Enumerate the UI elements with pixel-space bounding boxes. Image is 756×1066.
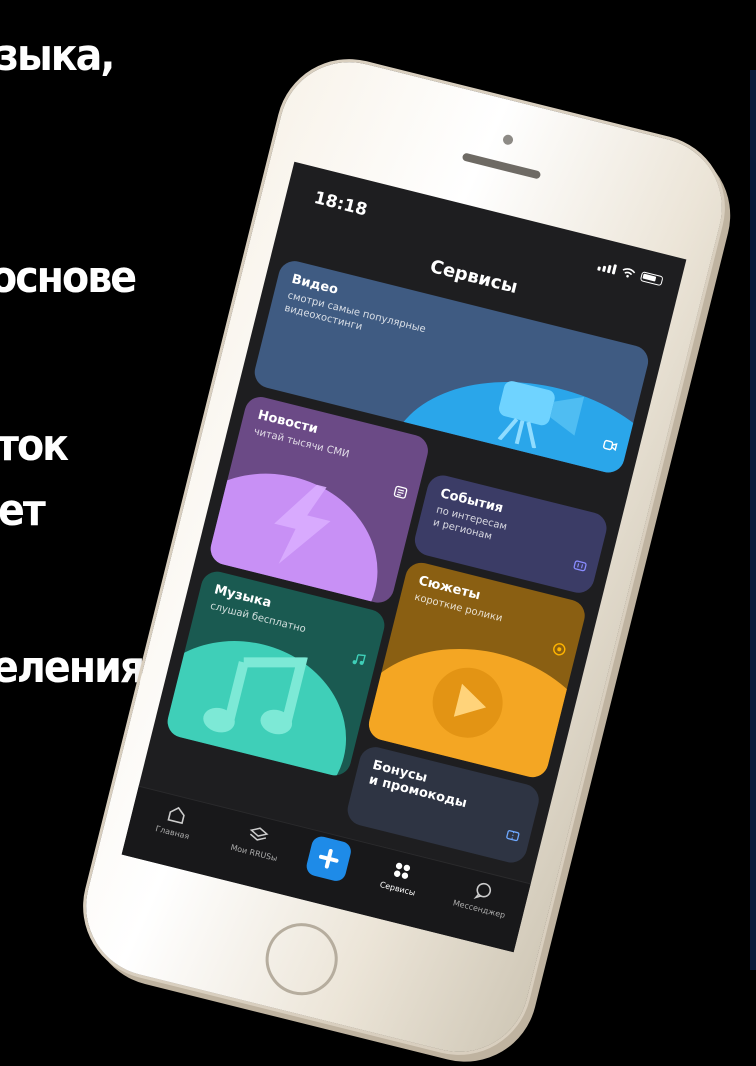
coupon-icon xyxy=(506,830,520,842)
signal-icon xyxy=(597,260,618,275)
battery-icon xyxy=(639,271,664,287)
background-text-5: еления xyxy=(0,642,145,693)
music-card[interactable]: Музыка слушай бесплатно xyxy=(164,568,388,779)
background-text-2: основе xyxy=(0,252,137,303)
front-camera xyxy=(501,133,515,146)
background-text-4: ет xyxy=(0,485,46,536)
background-text-1: зыка, xyxy=(0,30,115,81)
newspaper-icon xyxy=(393,485,408,499)
music-note-icon xyxy=(352,654,366,665)
grid-icon xyxy=(393,862,411,879)
right-edge-strip xyxy=(750,70,756,970)
add-button[interactable] xyxy=(304,834,354,884)
earpiece-speaker xyxy=(461,152,542,180)
stories-card[interactable]: Сюжеты короткие ролики xyxy=(365,559,589,781)
stage: зыка, основе ток ет еления 18:18 Сервисы xyxy=(0,0,756,1066)
stories-eye-icon xyxy=(553,643,566,656)
status-time: 18:18 xyxy=(311,187,370,221)
phone-screen: 18:18 Сервисы Видео смотри самые популяр… xyxy=(121,161,687,953)
tab-home[interactable]: Главная xyxy=(134,796,216,846)
events-ticket-icon xyxy=(573,560,587,572)
tab-home-label: Главная xyxy=(154,824,191,842)
tab-messenger[interactable]: Мессенджер xyxy=(441,872,523,922)
tab-my-rrus[interactable]: Мои RRUSы xyxy=(216,816,298,866)
phone-frame: 18:18 Сервисы Видео смотри самые популяр… xyxy=(71,47,737,1066)
tab-services-label: Сервисы xyxy=(378,880,417,898)
status-icons xyxy=(597,260,664,287)
background-text-3: ток xyxy=(0,420,69,471)
news-card[interactable]: Новости читай тысячи СМИ xyxy=(207,393,432,607)
home-icon xyxy=(167,806,185,825)
tab-messenger-label: Мессенджер xyxy=(451,898,507,920)
home-button[interactable] xyxy=(258,915,346,1003)
tab-services[interactable]: Сервисы xyxy=(360,852,442,902)
chat-bubble-icon xyxy=(473,882,492,899)
layers-icon xyxy=(249,827,269,841)
bonus-card-title: Бонусы и промокоды xyxy=(367,757,469,812)
video-card-subtitle: смотри самые популярные видеохостинги xyxy=(283,290,427,336)
tab-my-rrus-label: Мои RRUSы xyxy=(229,842,279,864)
wifi-icon xyxy=(622,268,636,278)
